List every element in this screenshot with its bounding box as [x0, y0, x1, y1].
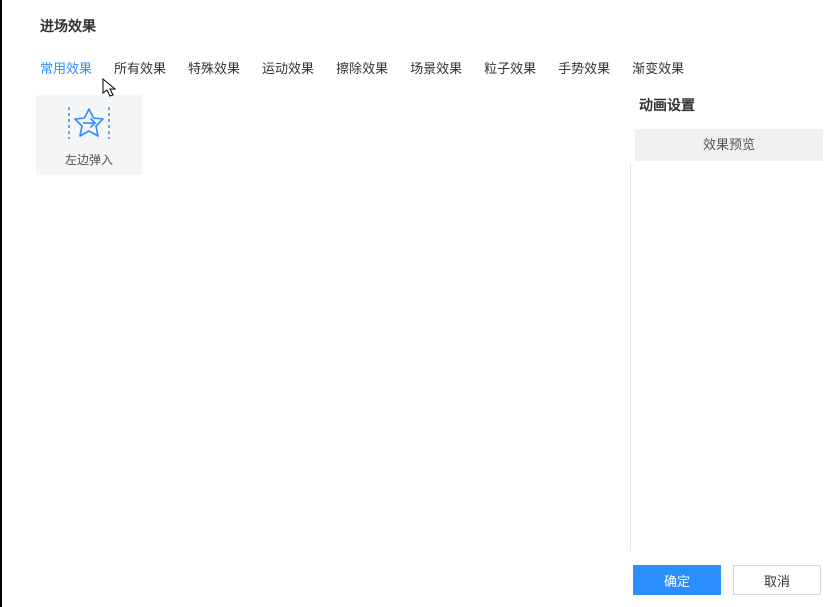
tab-all[interactable]: 所有效果	[114, 58, 166, 77]
tab-wipe[interactable]: 擦除效果	[336, 58, 388, 77]
preview-header: 效果预览	[635, 129, 823, 161]
animation-settings-title: 动画设置	[635, 95, 821, 115]
tab-gradient[interactable]: 渐变效果	[632, 58, 684, 77]
tab-particle[interactable]: 粒子效果	[484, 58, 536, 77]
cancel-button[interactable]: 取消	[733, 565, 821, 595]
effects-grid: 左边弹入	[36, 95, 635, 175]
tab-special[interactable]: 特殊效果	[188, 58, 240, 77]
side-panel: 动画设置 效果预览	[635, 95, 835, 175]
effect-label: 左边弹入	[65, 151, 113, 168]
tab-motion[interactable]: 运动效果	[262, 58, 314, 77]
tab-common[interactable]: 常用效果	[40, 58, 92, 77]
tabs-container: 常用效果 所有效果 特殊效果 运动效果 擦除效果 场景效果 粒子效果 手势效果 …	[2, 36, 835, 77]
confirm-button[interactable]: 确定	[633, 565, 721, 595]
star-enter-left-icon	[67, 103, 111, 143]
footer: 确定 取消	[633, 565, 821, 595]
tab-gesture[interactable]: 手势效果	[558, 58, 610, 77]
content-area: 左边弹入 动画设置 效果预览	[2, 77, 835, 175]
divider	[630, 163, 631, 551]
effect-item-left-bounce-in[interactable]: 左边弹入	[36, 95, 142, 175]
dialog-title: 进场效果	[2, 0, 835, 36]
tab-scene[interactable]: 场景效果	[410, 58, 462, 77]
